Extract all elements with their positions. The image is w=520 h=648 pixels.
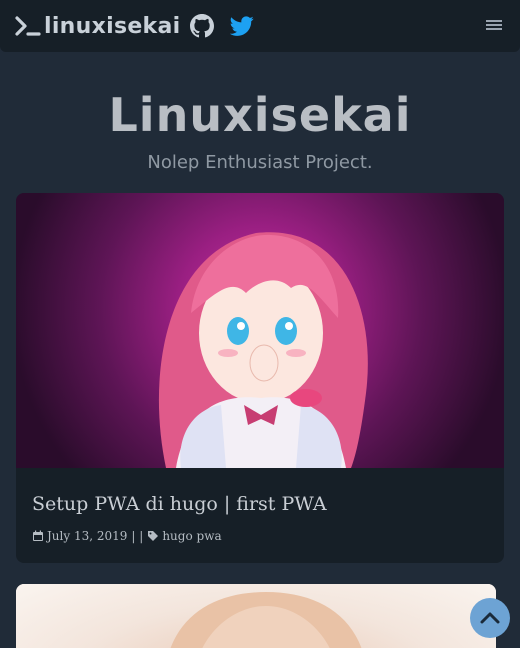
- post-thumbnail-2[interactable]: [16, 584, 496, 648]
- meta-separator: | |: [131, 529, 144, 543]
- terminal-icon: [15, 16, 41, 36]
- post-date: July 13, 2019: [47, 529, 128, 543]
- chevron-up-icon: [480, 612, 500, 624]
- post-thumbnail[interactable]: [16, 193, 504, 468]
- navbar: linuxisekai: [0, 0, 520, 52]
- tag-icon: [148, 531, 159, 541]
- calendar-icon: [33, 530, 43, 541]
- brand-text: linuxisekai: [44, 13, 181, 39]
- post-meta: July 13, 2019 | | hugo pwa: [32, 529, 222, 543]
- site-subtitle: Nolep Enthusiast Project.: [147, 152, 373, 173]
- site-title: Linuxisekai: [108, 88, 412, 142]
- anime-girl-illustration: [158, 232, 368, 468]
- twitter-icon[interactable]: [229, 14, 254, 38]
- post-card[interactable]: Setup PWA di hugo | first PWA July 13, 2…: [16, 193, 504, 563]
- anime-illustration-partial: [170, 592, 362, 648]
- post-card-2[interactable]: [16, 584, 496, 648]
- hamburger-menu-icon[interactable]: [486, 20, 502, 32]
- brand-link[interactable]: linuxisekai: [14, 9, 180, 43]
- back-to-top-button[interactable]: [470, 598, 510, 638]
- post-title[interactable]: Setup PWA di hugo | first PWA: [32, 493, 327, 515]
- github-icon[interactable]: [190, 14, 214, 38]
- post-tags[interactable]: hugo pwa: [162, 529, 221, 543]
